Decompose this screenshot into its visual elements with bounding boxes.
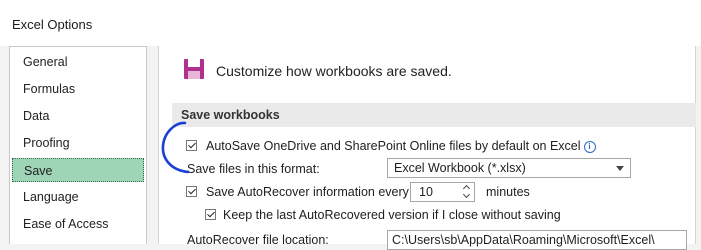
section-title: Save workbooks xyxy=(181,108,280,122)
info-icon[interactable]: i xyxy=(583,141,596,153)
format-select[interactable]: Excel Workbook (*.xlsx) xyxy=(387,158,631,178)
autosave-label: AutoSave OneDrive and SharePoint Online … xyxy=(206,139,596,153)
autorecover-minutes-value: 10 xyxy=(419,185,433,199)
annotation-scribble-icon xyxy=(161,121,190,174)
save-icon xyxy=(184,59,204,79)
format-select-value: Excel Workbook (*.xlsx) xyxy=(394,161,526,175)
spin-down-icon[interactable] xyxy=(462,192,472,200)
minutes-label: minutes xyxy=(486,185,530,199)
location-value: C:\Users\sb\AppData\Roaming\Microsoft\Ex… xyxy=(392,233,655,247)
autorecover-label: Save AutoRecover information every xyxy=(206,185,409,199)
location-label: AutoRecover file location: xyxy=(187,233,329,247)
page-heading: Customize how workbooks are saved. xyxy=(216,63,452,79)
section-header: Save workbooks xyxy=(172,103,696,127)
autorecover-minutes-spinner[interactable]: 10 xyxy=(410,182,475,202)
autorecover-location-input[interactable]: C:\Users\sb\AppData\Roaming\Microsoft\Ex… xyxy=(387,230,687,250)
format-label: Save files in this format: xyxy=(187,162,320,176)
keep-last-checkbox[interactable] xyxy=(205,209,216,220)
title-bar: Excel Options xyxy=(0,0,701,46)
autorecover-checkbox[interactable] xyxy=(186,186,197,197)
options-main-panel: Customize how workbooks are saved. Save … xyxy=(152,46,701,250)
chevron-down-icon xyxy=(616,166,624,171)
save-settings-panel: Customize how workbooks are saved. Save … xyxy=(158,46,696,250)
pen-annotation-icon xyxy=(0,0,100,244)
keep-last-label: Keep the last AutoRecovered version if I… xyxy=(223,208,561,222)
